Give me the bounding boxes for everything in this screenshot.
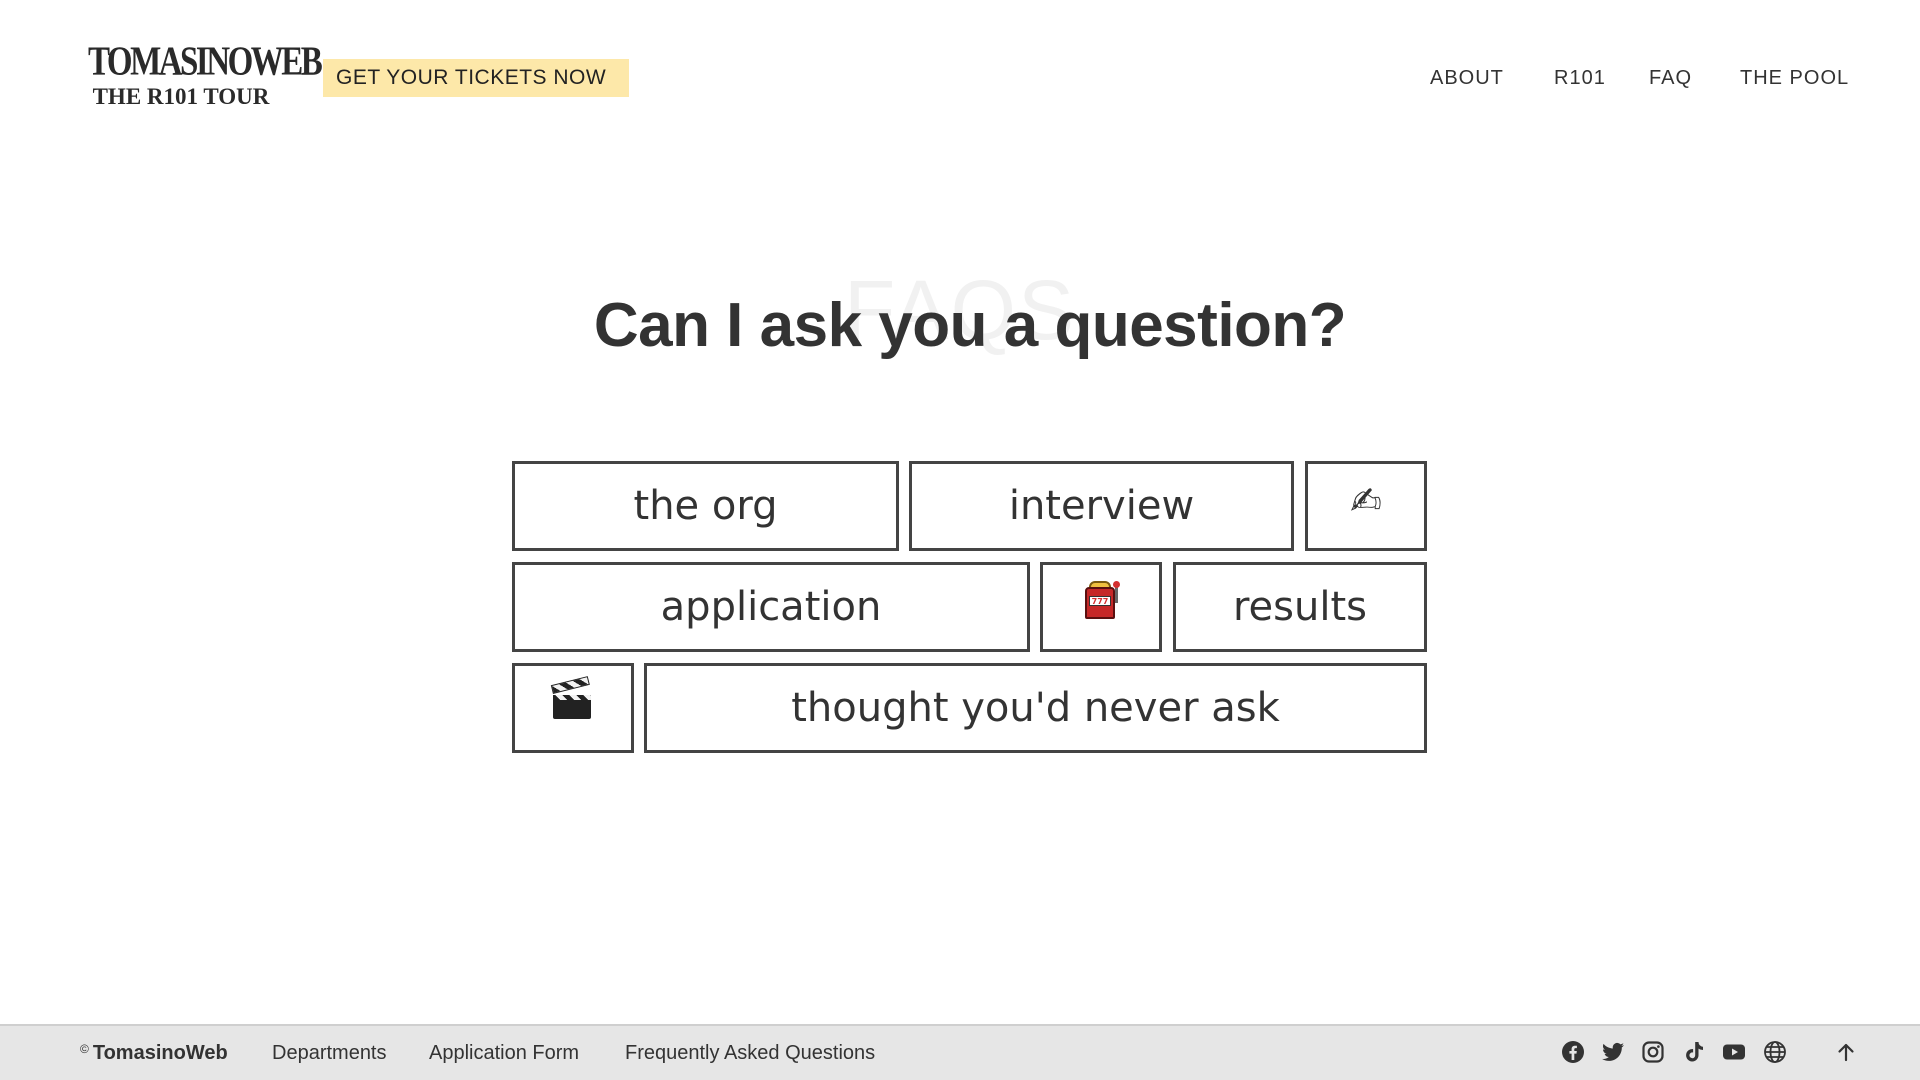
site-logo[interactable]: TOMASINOWEB THE R101 TOUR xyxy=(88,39,323,109)
footer-link-faq[interactable]: Frequently Asked Questions xyxy=(625,1042,875,1065)
category-interview[interactable]: interview xyxy=(909,461,1294,551)
category-label: interview xyxy=(1008,483,1195,529)
globe-icon[interactable] xyxy=(1763,1040,1787,1064)
category-thought-youd-never-ask[interactable]: thought you'd never ask xyxy=(644,663,1427,753)
category-results[interactable]: results xyxy=(1173,562,1427,652)
footer-brand: TomasinoWeb xyxy=(92,1042,228,1064)
category-label: results xyxy=(1232,584,1367,630)
category-application[interactable]: application xyxy=(512,562,1030,652)
nav-the-pool[interactable]: THE POOL xyxy=(1740,67,1849,93)
site-footer: © TomasinoWeb Departments Application For… xyxy=(0,1024,1920,1080)
site-header: TOMASINOWEB THE R101 TOUR GET YOUR TICKE… xyxy=(0,0,1920,160)
category-label: the org xyxy=(633,483,778,529)
copyright: © TomasinoWeb xyxy=(80,1042,228,1065)
category-slot-machine[interactable]: 777 xyxy=(1040,562,1162,652)
slot-machine-icon: 777 xyxy=(1083,581,1120,621)
instagram-icon[interactable] xyxy=(1641,1040,1665,1064)
get-tickets-button[interactable]: GET YOUR TICKETS NOW xyxy=(323,59,629,97)
clapper-board-icon xyxy=(550,676,593,721)
twitter-icon[interactable] xyxy=(1601,1040,1625,1064)
category-writing[interactable]: ✍ xyxy=(1305,461,1427,551)
category-label: thought you'd never ask xyxy=(791,685,1280,731)
nav-r101[interactable]: R101 xyxy=(1554,67,1606,93)
copyright-symbol: © xyxy=(80,1042,89,1056)
page-title: Can I ask you a question? xyxy=(593,291,1347,360)
facebook-icon[interactable] xyxy=(1561,1040,1585,1064)
category-clapper[interactable] xyxy=(512,663,634,753)
arrow-up-icon[interactable] xyxy=(1834,1040,1858,1064)
youtube-icon[interactable] xyxy=(1722,1040,1746,1064)
writing-hand-icon: ✍ xyxy=(1350,479,1382,523)
logo-title: TOMASINOWEB xyxy=(88,39,323,85)
nav-faq[interactable]: FAQ xyxy=(1649,67,1692,93)
nav-about[interactable]: ABOUT xyxy=(1430,67,1504,93)
category-label: application xyxy=(660,584,882,630)
footer-link-departments[interactable]: Departments xyxy=(272,1042,387,1065)
tiktok-icon[interactable] xyxy=(1682,1040,1706,1064)
footer-link-application-form[interactable]: Application Form xyxy=(429,1042,579,1065)
category-the-org[interactable]: the org xyxy=(512,461,899,551)
logo-subtitle: THE R101 TOUR xyxy=(92,84,270,109)
